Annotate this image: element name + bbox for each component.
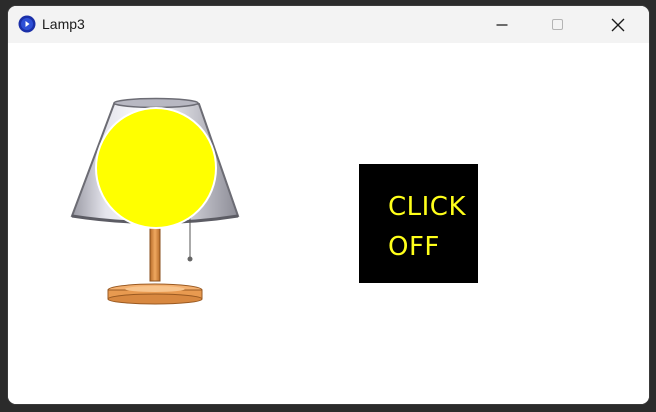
- toggle-switch-button[interactable]: CLICK OFF: [359, 164, 478, 283]
- window-title: Lamp3: [42, 16, 85, 32]
- canvas-area: CLICK OFF: [8, 43, 649, 404]
- close-icon: [611, 18, 625, 31]
- app-logo-icon: [18, 15, 36, 33]
- app-window: Lamp3 CLICK OFF: [8, 6, 649, 404]
- lamp-image[interactable]: [56, 91, 240, 306]
- maximize-icon: [552, 18, 563, 30]
- switch-label-line1: CLICK: [388, 192, 467, 222]
- minimize-icon: [496, 23, 508, 26]
- maximize-button[interactable]: [535, 6, 581, 43]
- close-button[interactable]: [595, 6, 641, 43]
- title-bar[interactable]: Lamp3: [8, 6, 649, 43]
- switch-label-line2: OFF: [388, 232, 440, 262]
- minimize-button[interactable]: [479, 6, 525, 43]
